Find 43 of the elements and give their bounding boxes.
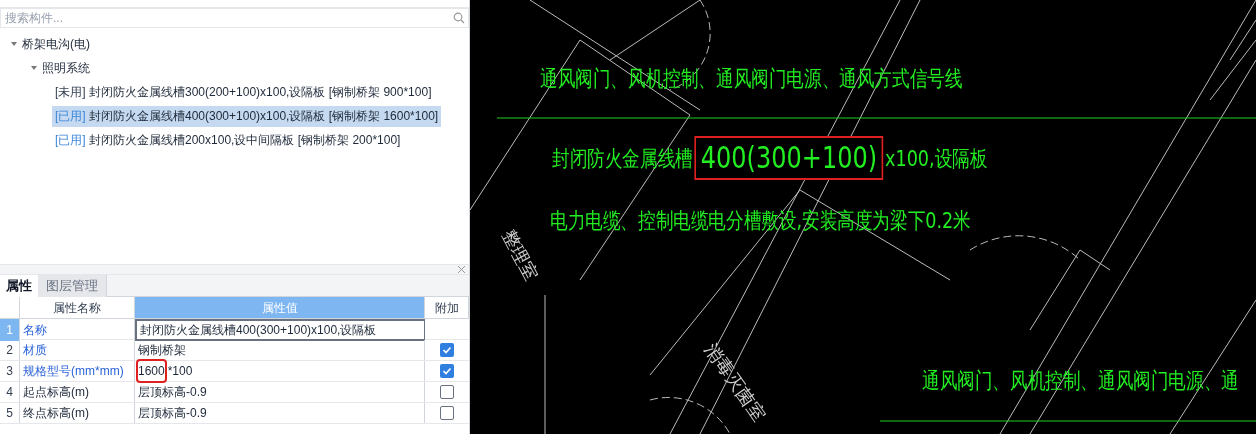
search-icon	[453, 12, 465, 24]
tree-item[interactable]: 桥架电沟(电)	[22, 35, 90, 53]
cell-value: 封闭防火金属线槽400(300+100)x100,设隔板	[140, 322, 377, 339]
cell-value: 层顶标高-0.9	[138, 384, 207, 401]
tree-item[interactable]: [已用] 封闭防火金属线槽400(300+100)x100,设隔板 [钢制桥架 1600*100]	[52, 105, 442, 127]
table-cell: 材质	[20, 340, 135, 360]
room-label: 整理室	[498, 226, 542, 284]
checkbox[interactable]	[440, 385, 454, 399]
table-cell: 规格型号(mm*mm)	[20, 361, 135, 381]
close-icon[interactable]	[458, 266, 465, 273]
highlighted-annotation: 400(300+100)	[694, 136, 884, 180]
caret-down-icon[interactable]	[10, 40, 18, 48]
annotation-text: 通风阀门、风机控制、通风阀门电源、通	[922, 367, 1239, 395]
table-cell: 名称	[20, 319, 135, 341]
cell-value: 层顶标高-0.9	[138, 405, 207, 422]
row-number: 5	[0, 403, 20, 423]
annotation-text: 通风阀门、风机控制、通风阀门电源、通风方式信号线	[540, 65, 963, 93]
row-number: 3	[0, 361, 20, 381]
tree-item[interactable]: [已用] 封闭防火金属线槽200x100,设中间隔板 [钢制桥架 200*100]	[52, 129, 404, 151]
annotation-text: 封闭防火金属线槽	[552, 144, 693, 173]
checkbox[interactable]	[440, 343, 454, 357]
column-header: 属性值	[135, 297, 425, 318]
cell-value: 钢制桥架	[138, 342, 186, 359]
tree-item[interactable]: 照明系统	[42, 59, 90, 77]
table-cell: 终点标高(m)	[20, 403, 135, 423]
search-field[interactable]: 搜索构件...	[0, 8, 469, 28]
tab[interactable]: 图层管理	[38, 275, 107, 297]
table-cell: 起点标高(m)	[20, 382, 135, 402]
row-number: 1	[0, 319, 20, 341]
annotation-text: x100,设隔板	[885, 144, 988, 173]
check-icon	[442, 345, 452, 355]
row-number: 2	[0, 340, 20, 360]
check-icon	[442, 366, 452, 376]
highlighted-value: 1600	[138, 361, 165, 381]
room-label: 消毒灭菌室	[701, 339, 769, 425]
checkbox[interactable]	[440, 406, 454, 420]
cell-value: *100	[167, 363, 193, 380]
tree-item[interactable]: [未用] 封闭防火金属线槽300(200+100)x100,设隔板 [钢制桥架 900*100]	[52, 81, 435, 103]
checkbox[interactable]	[440, 364, 454, 378]
annotation-text: 电力电缆、控制电缆电分槽敷设,安装高度为梁下0.2米	[550, 207, 971, 235]
row-number: 4	[0, 382, 20, 402]
caret-down-icon[interactable]	[30, 64, 38, 72]
tab[interactable]: 属性	[0, 275, 38, 297]
